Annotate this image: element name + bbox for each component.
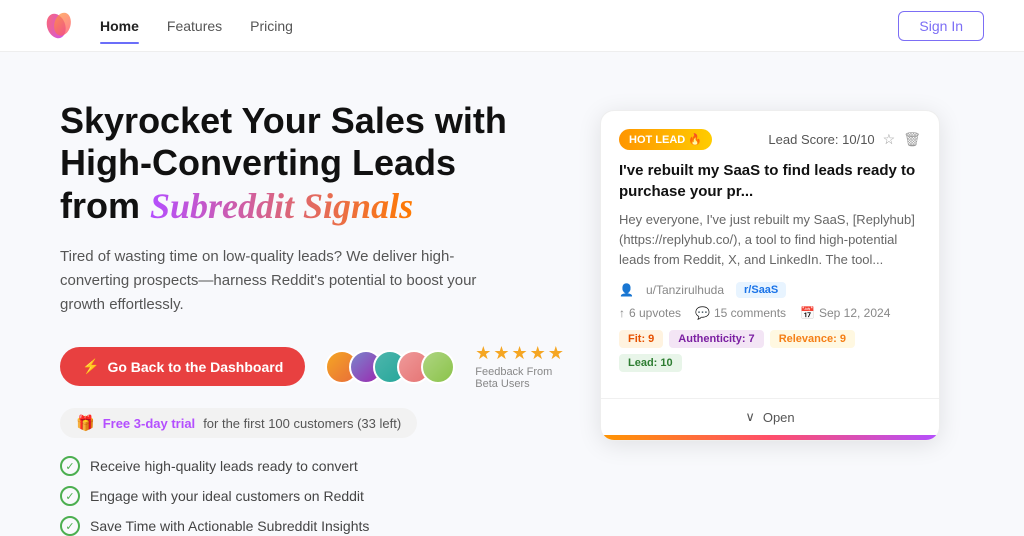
score-tags: Fit: 9 Authenticity: 7 Relevance: 9 Lead… <box>619 330 921 372</box>
calendar-icon: 📅 <box>800 306 815 320</box>
trial-badge: 🎁 Free 3-day trial for the first 100 cus… <box>60 408 417 438</box>
comment-icon: 💬 <box>695 306 710 320</box>
check-icon: ✓ <box>60 516 80 536</box>
signin-button[interactable]: Sign In <box>898 11 984 41</box>
hot-badge: HOT LEAD 🔥 <box>619 129 712 150</box>
trash-icon[interactable]: 🗑 <box>903 131 921 148</box>
features-list: ✓ Receive high-quality leads ready to co… <box>60 456 540 536</box>
dashboard-button[interactable]: ⚡ Go Back to the Dashboard <box>60 347 305 386</box>
check-icon: ✓ <box>60 486 80 506</box>
feature-text: Save Time with Actionable Subreddit Insi… <box>90 518 369 534</box>
upvotes-stat: ↑ 6 upvotes <box>619 306 681 320</box>
fit-score: Fit: 9 <box>619 330 663 348</box>
open-button[interactable]: ∨ Open <box>601 398 939 435</box>
relevance-score: Relevance: 9 <box>770 330 855 348</box>
card-actions: Lead Score: 10/10 ☆ 🗑 <box>768 131 921 148</box>
dashboard-icon: ⚡ <box>82 358 99 375</box>
hero-headline: Skyrocket Your Sales with High-Convertin… <box>60 100 540 227</box>
headline-brand: Subreddit Signals <box>150 186 413 226</box>
main-content: Skyrocket Your Sales with High-Convertin… <box>0 52 1024 512</box>
feature-text: Receive high-quality leads ready to conv… <box>90 458 358 474</box>
feature-text: Engage with your ideal customers on Redd… <box>90 488 364 504</box>
card-stats: ↑ 6 upvotes 💬 15 comments 📅 Sep 12, 2024 <box>619 306 921 320</box>
logo-icon[interactable] <box>40 8 76 44</box>
free-label: Free 3-day trial <box>103 416 196 431</box>
card-inner: HOT LEAD 🔥 Lead Score: 10/10 ☆ 🗑 I've re… <box>601 111 939 398</box>
nav-features[interactable]: Features <box>167 14 222 38</box>
hero-section: Skyrocket Your Sales with High-Convertin… <box>60 100 540 512</box>
card-top-row: HOT LEAD 🔥 Lead Score: 10/10 ☆ 🗑 <box>619 129 921 150</box>
lead-score: Lead Score: 10/10 <box>768 132 874 147</box>
card-gradient-bar <box>601 435 939 440</box>
check-icon: ✓ <box>60 456 80 476</box>
feature-item: ✓ Engage with your ideal customers on Re… <box>60 486 540 506</box>
gift-icon: 🎁 <box>76 414 95 432</box>
card-meta: 👤 u/Tanzirulhuda r/SaaS <box>619 282 921 298</box>
comments-stat: 💬 15 comments <box>695 306 786 320</box>
card-section: HOT LEAD 🔥 Lead Score: 10/10 ☆ 🗑 I've re… <box>600 100 940 512</box>
dashboard-label: Go Back to the Dashboard <box>107 359 283 375</box>
upvotes-value: 6 upvotes <box>629 306 681 320</box>
upvote-icon: ↑ <box>619 306 625 320</box>
stars: ★★★★★ <box>475 343 566 364</box>
rating-block: ★★★★★ Feedback From Beta Users <box>475 343 566 390</box>
person-icon: 👤 <box>619 283 634 297</box>
nav-home[interactable]: Home <box>100 14 139 38</box>
card-title: I've rebuilt my SaaS to find leads ready… <box>619 160 921 202</box>
subreddit-badge[interactable]: r/SaaS <box>736 282 786 298</box>
feedback-label: Feedback From Beta Users <box>475 366 566 390</box>
open-label: Open <box>763 410 795 425</box>
feature-item: ✓ Receive high-quality leads ready to co… <box>60 456 540 476</box>
author: u/Tanzirulhuda <box>646 283 724 297</box>
navbar: Home Features Pricing Sign In <box>0 0 1024 52</box>
nav-links: Home Features Pricing <box>100 14 293 38</box>
comments-value: 15 comments <box>714 306 786 320</box>
avatar-group <box>325 350 455 384</box>
feature-item: ✓ Save Time with Actionable Subreddit In… <box>60 516 540 536</box>
chevron-down-icon: ∨ <box>745 409 755 425</box>
date-stat: 📅 Sep 12, 2024 <box>800 306 890 320</box>
card-body: Hey everyone, I've just rebuilt my SaaS,… <box>619 210 921 270</box>
lead-score-tag: Lead: 10 <box>619 354 682 372</box>
auth-score: Authenticity: 7 <box>669 330 763 348</box>
trial-details: for the first 100 customers (33 left) <box>203 416 401 431</box>
date-value: Sep 12, 2024 <box>819 306 890 320</box>
hero-subtext: Tired of wasting time on low-quality lea… <box>60 245 480 317</box>
lead-card: HOT LEAD 🔥 Lead Score: 10/10 ☆ 🗑 I've re… <box>600 110 940 441</box>
nav-pricing[interactable]: Pricing <box>250 14 293 38</box>
cta-row: ⚡ Go Back to the Dashboard ★★★★★ Feedbac… <box>60 343 540 390</box>
avatar <box>421 350 455 384</box>
star-icon[interactable]: ☆ <box>883 131 896 148</box>
